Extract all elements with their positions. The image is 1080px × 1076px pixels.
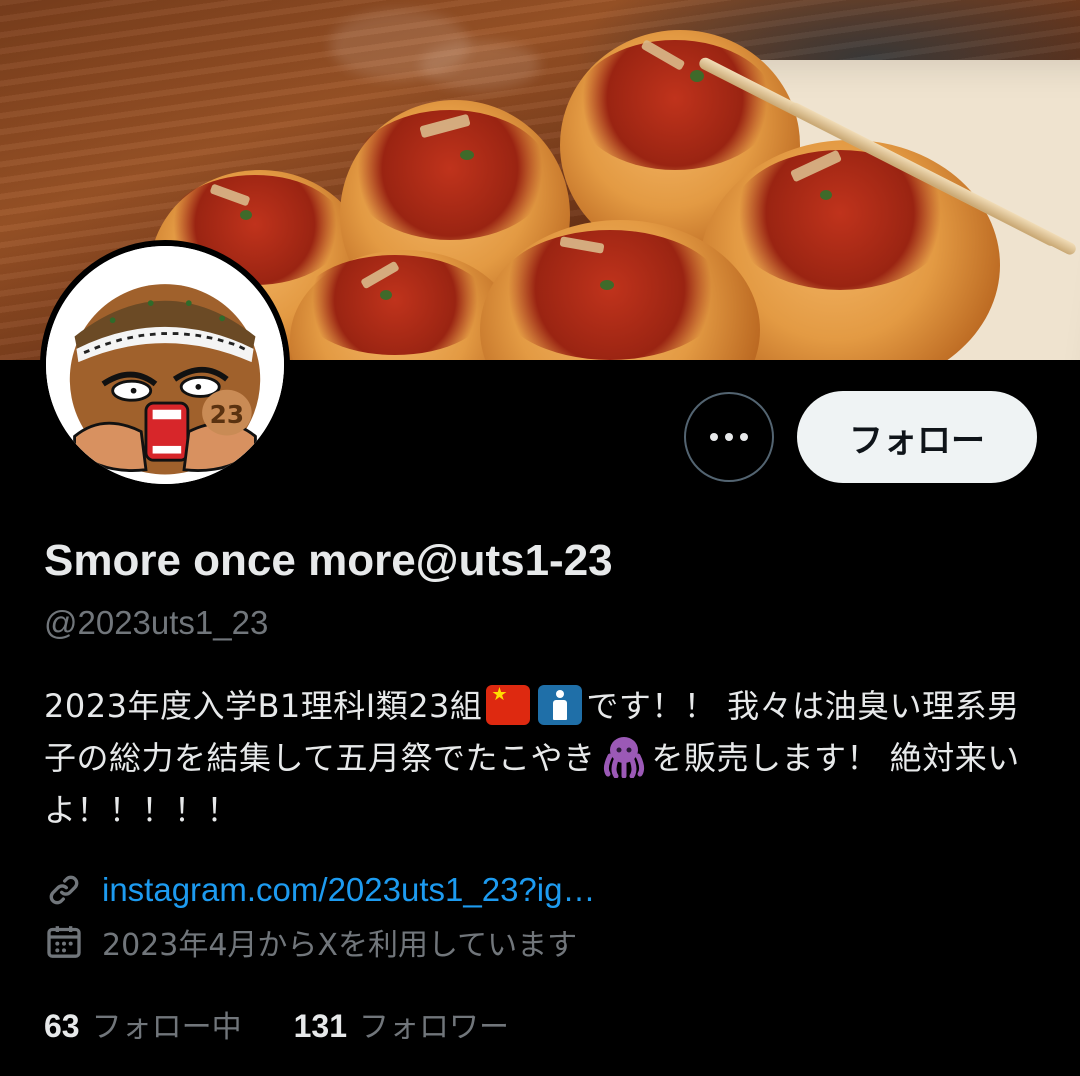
following-count: 63 (44, 1008, 80, 1044)
profile-website-link[interactable]: instagram.com/2023uts1_23?ig… (102, 871, 595, 909)
mens-room-icon (538, 685, 583, 725)
profile-avatar[interactable]: 23 (40, 240, 290, 490)
user-handle: @2023uts1_23 (44, 604, 269, 641)
following-stat[interactable]: 63 フォロー中 (44, 1002, 242, 1046)
display-name: Smore once more@uts1-23 (44, 536, 613, 585)
avatar-illustration: 23 (46, 246, 284, 484)
china-flag-icon (486, 685, 531, 725)
calendar-icon (47, 926, 81, 958)
joined-date-text: 2023年4月からXを利用しています (102, 928, 578, 963)
follow-button[interactable]: フォロー (797, 391, 1037, 483)
followers-stat[interactable]: 131 フォロワー (294, 1002, 509, 1046)
bio-text-1: 2023年度入学B1理科I類23組 (44, 687, 483, 725)
octopus-icon (603, 737, 644, 778)
following-label: フォロー中 (91, 1010, 242, 1045)
avatar-badge-text: 23 (210, 400, 244, 429)
profile-link-row: instagram.com/2023uts1_23?ig… (44, 870, 595, 910)
link-icon (49, 875, 79, 905)
more-horizontal-icon (710, 433, 748, 441)
joined-date-row: 2023年4月からXを利用しています (44, 920, 577, 964)
follow-stats: 63 フォロー中 131 フォロワー (44, 1002, 509, 1046)
profile-bio: 2023年度入学B1理科I類23組です！！ 我々は油臭い理系男子の総力を結集して… (44, 680, 1044, 836)
followers-label: フォロワー (358, 1010, 509, 1045)
followers-count: 131 (293, 1008, 347, 1044)
more-options-button[interactable] (684, 392, 774, 482)
